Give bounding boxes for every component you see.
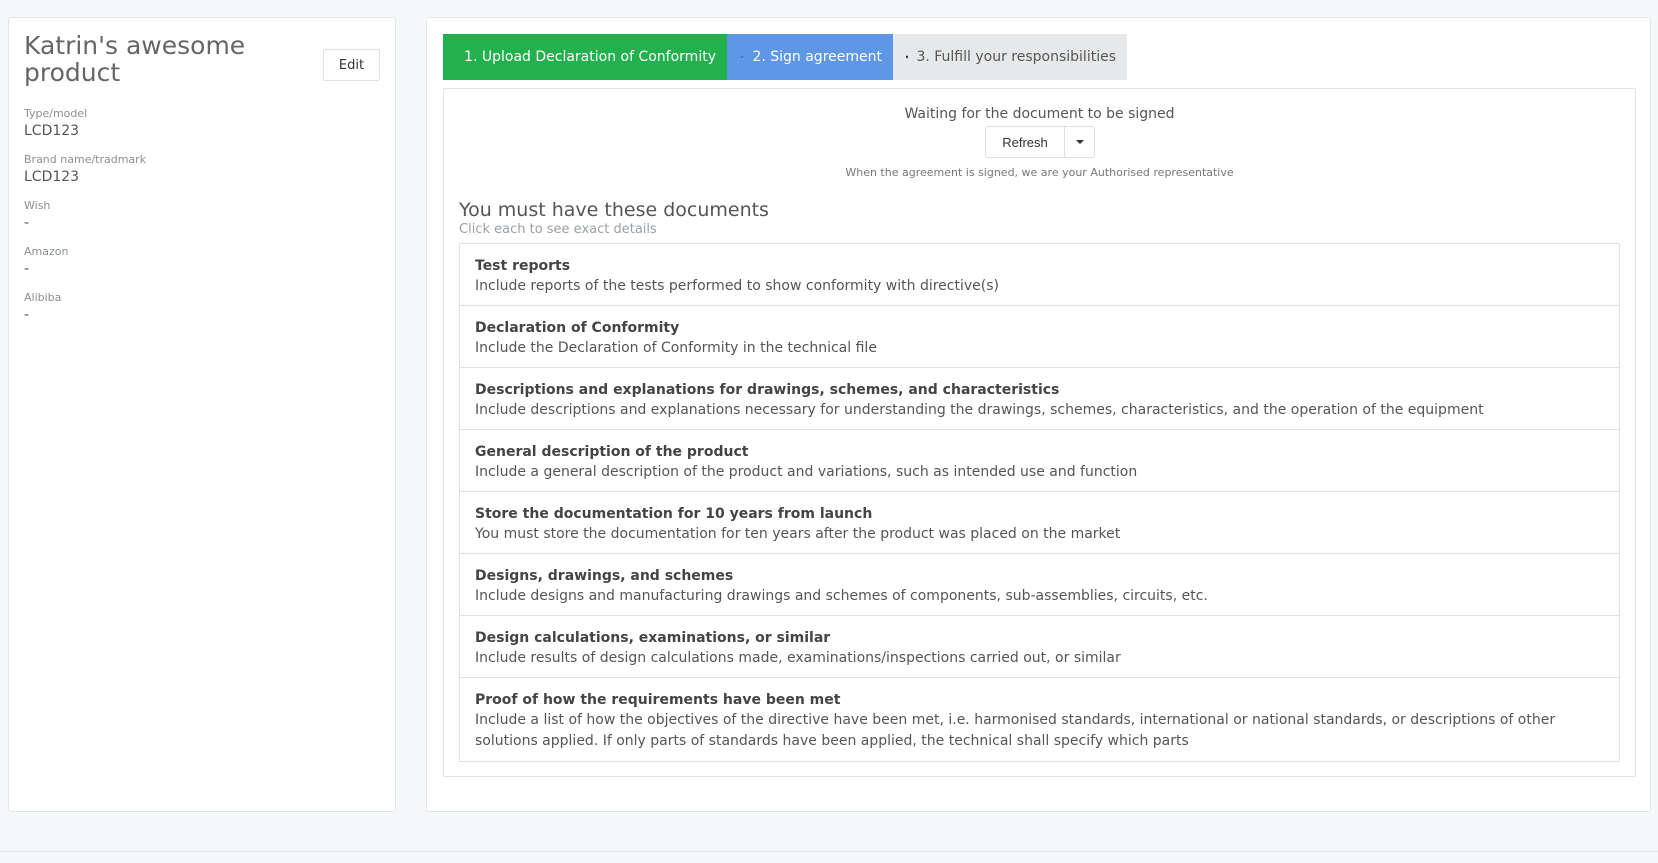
field-label-type-model: Type/model bbox=[24, 107, 88, 120]
step-content: Waiting for the document to be signed Re… bbox=[443, 88, 1636, 777]
step-fulfill-label: 3. Fulfill your responsibilities bbox=[916, 49, 1116, 65]
field-value-wish: - bbox=[24, 215, 30, 231]
document-description: Include results of design calculations m… bbox=[475, 650, 1121, 666]
product-title: Katrin's awesome product bbox=[24, 31, 246, 87]
document-description: Include designs and manufacturing drawin… bbox=[475, 588, 1208, 604]
step-upload-label: 1. Upload Declaration of Conformity bbox=[464, 49, 716, 65]
step-sign-agreement[interactable]: 2. Sign agreement bbox=[727, 34, 893, 80]
document-item-store-documentation[interactable]: Store the documentation for 10 years fro… bbox=[460, 492, 1619, 554]
field-value-type-model: LCD123 bbox=[24, 123, 80, 139]
documents-list: Test reports Include reports of the test… bbox=[459, 243, 1620, 762]
step-upload-doc[interactable]: 1. Upload Declaration of Conformity bbox=[443, 34, 727, 80]
document-title: Store the documentation for 10 years fro… bbox=[475, 506, 873, 522]
caret-down-icon bbox=[1075, 140, 1084, 144]
field-value-alibiba: - bbox=[24, 307, 30, 323]
document-item-descriptions[interactable]: Descriptions and explanations for drawin… bbox=[460, 368, 1619, 430]
document-title: General description of the product bbox=[475, 444, 749, 460]
document-title: Test reports bbox=[475, 258, 571, 274]
document-description: Include descriptions and explanations ne… bbox=[475, 402, 1484, 418]
document-title: Design calculations, examinations, or si… bbox=[475, 630, 831, 646]
shield-check-icon bbox=[906, 55, 909, 59]
document-description: Include reports of the tests performed t… bbox=[475, 278, 999, 294]
steps-bar: 1. Upload Declaration of Conformity 2. S… bbox=[443, 34, 1127, 80]
document-item-general-description[interactable]: General description of the product Inclu… bbox=[460, 430, 1619, 492]
document-description: You must store the documentation for ten… bbox=[475, 526, 1121, 542]
document-title: Designs, drawings, and schemes bbox=[475, 568, 734, 584]
document-description: Include a list of how the objectives of … bbox=[475, 712, 1556, 749]
agreement-note: When the agreement is signed, we are you… bbox=[845, 166, 1234, 179]
edit-button[interactable]: Edit bbox=[323, 49, 380, 81]
step-sign-label: 2. Sign agreement bbox=[752, 49, 882, 65]
document-title: Declaration of Conformity bbox=[475, 320, 680, 336]
refresh-button[interactable]: Refresh bbox=[985, 126, 1064, 158]
refresh-button-group: Refresh bbox=[985, 126, 1095, 158]
footer-divider bbox=[0, 851, 1658, 852]
field-value-amazon: - bbox=[24, 261, 30, 277]
document-description: Include the Declaration of Conformity in… bbox=[475, 340, 877, 356]
field-label-alibiba: Alibiba bbox=[24, 291, 62, 304]
field-label-brand: Brand name/tradmark bbox=[24, 153, 147, 166]
document-title: Descriptions and explanations for drawin… bbox=[475, 382, 1060, 398]
document-description: Include a general description of the pro… bbox=[475, 464, 1138, 480]
agreement-card: 1. Upload Declaration of Conformity 2. S… bbox=[426, 17, 1651, 812]
product-fields: Type/model LCD123 Brand name/tradmark LC… bbox=[24, 106, 374, 336]
document-item-test-reports[interactable]: Test reports Include reports of the test… bbox=[460, 244, 1619, 306]
step-fulfill[interactable]: 3. Fulfill your responsibilities bbox=[893, 34, 1127, 80]
documents-subtitle: Click each to see exact details bbox=[459, 222, 657, 237]
document-title: Proof of how the requirements have been … bbox=[475, 692, 841, 708]
product-card: Katrin's awesome product Edit Type/model… bbox=[8, 17, 396, 812]
field-label-amazon: Amazon bbox=[24, 245, 69, 258]
double-check-icon bbox=[740, 55, 744, 59]
refresh-dropdown-toggle[interactable] bbox=[1064, 126, 1095, 158]
document-item-designs[interactable]: Designs, drawings, and schemes Include d… bbox=[460, 554, 1619, 616]
field-label-wish: Wish bbox=[24, 199, 51, 212]
document-item-declaration[interactable]: Declaration of Conformity Include the De… bbox=[460, 306, 1619, 368]
documents-title: You must have these documents bbox=[459, 199, 769, 221]
agreement-status: Waiting for the document to be signed bbox=[904, 106, 1175, 122]
document-item-calculations[interactable]: Design calculations, examinations, or si… bbox=[460, 616, 1619, 678]
field-value-brand: LCD123 bbox=[24, 169, 80, 185]
document-item-proof[interactable]: Proof of how the requirements have been … bbox=[460, 678, 1619, 761]
